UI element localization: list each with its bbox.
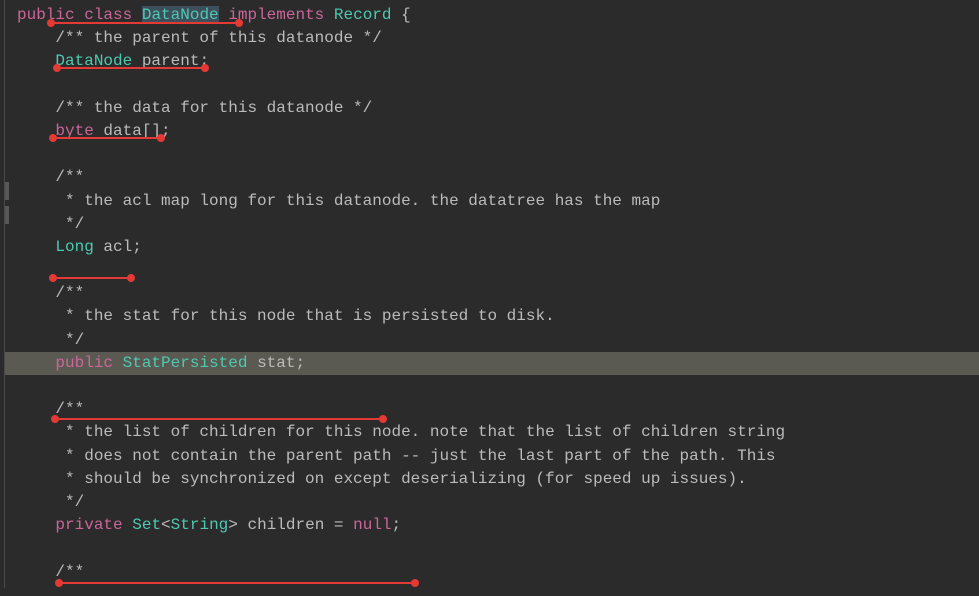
code-editor[interactable]: public class DataNode implements Record … (4, 0, 979, 588)
code-line[interactable]: byte data[]; (5, 120, 979, 143)
annotation-underline (56, 67, 206, 69)
comment: /** (55, 563, 84, 581)
code-line[interactable]: */ (5, 213, 979, 236)
angle-lt: < (161, 516, 171, 534)
comment: */ (55, 331, 84, 349)
semicolon: ; (295, 354, 305, 372)
comment: /** the data for this datanode */ (55, 99, 372, 117)
code-line[interactable] (5, 259, 979, 282)
code-line[interactable]: /** (5, 561, 979, 584)
code-line[interactable] (5, 74, 979, 97)
type-name: String (171, 516, 229, 534)
code-line[interactable]: * does not contain the parent path -- ju… (5, 445, 979, 468)
type-name: Set (132, 516, 161, 534)
comment: /** (55, 168, 84, 186)
code-line[interactable]: private Set<String> children = null; (5, 514, 979, 537)
annotation-underline (52, 277, 132, 279)
annotation-underline (50, 22, 240, 24)
code-line[interactable]: /** the data for this datanode */ (5, 97, 979, 120)
identifier: children (247, 516, 324, 534)
code-line[interactable]: /** (5, 166, 979, 189)
comment: * the stat for this node that is persist… (55, 307, 554, 325)
comment: * the list of children for this node. no… (55, 423, 785, 441)
comment: * the acl map long for this datanode. th… (55, 192, 660, 210)
type-name: Long (55, 238, 93, 256)
code-line[interactable]: */ (5, 329, 979, 352)
code-line-highlighted[interactable]: public StatPersisted stat; (5, 352, 979, 375)
equals: = (334, 516, 344, 534)
code-line[interactable]: Long acl; (5, 236, 979, 259)
brace: { (401, 6, 411, 24)
annotation-underline (52, 137, 162, 139)
identifier: acl (103, 238, 132, 256)
angle-gt: > (228, 516, 238, 534)
code-line[interactable]: */ (5, 491, 979, 514)
code-line[interactable]: /** (5, 282, 979, 305)
keyword-null: null (353, 516, 391, 534)
comment: */ (55, 493, 84, 511)
semicolon: ; (392, 516, 402, 534)
comment: * should be synchronized on except deser… (55, 470, 746, 488)
annotation-underline (58, 582, 416, 584)
code-line[interactable]: * the acl map long for this datanode. th… (5, 190, 979, 213)
code-line[interactable]: * the stat for this node that is persist… (5, 305, 979, 328)
comment: /** the parent of this datanode */ (55, 29, 381, 47)
annotation-underline (54, 418, 384, 420)
type-name: StatPersisted (123, 354, 248, 372)
code-line[interactable] (5, 537, 979, 560)
identifier: stat (257, 354, 295, 372)
code-line[interactable] (5, 143, 979, 166)
code-line[interactable]: /** the parent of this datanode */ (5, 27, 979, 50)
code-line[interactable]: * should be synchronized on except deser… (5, 468, 979, 491)
comment: */ (55, 215, 84, 233)
comment: /** (55, 284, 84, 302)
keyword-private: private (55, 516, 122, 534)
code-line[interactable]: DataNode parent; (5, 50, 979, 73)
comment: /** (55, 400, 84, 418)
keyword-public: public (55, 354, 113, 372)
comment: * does not contain the parent path -- ju… (55, 447, 775, 465)
type-name: Record (334, 6, 392, 24)
code-line[interactable] (5, 375, 979, 398)
code-line[interactable]: * the list of children for this node. no… (5, 421, 979, 444)
semicolon: ; (132, 238, 142, 256)
